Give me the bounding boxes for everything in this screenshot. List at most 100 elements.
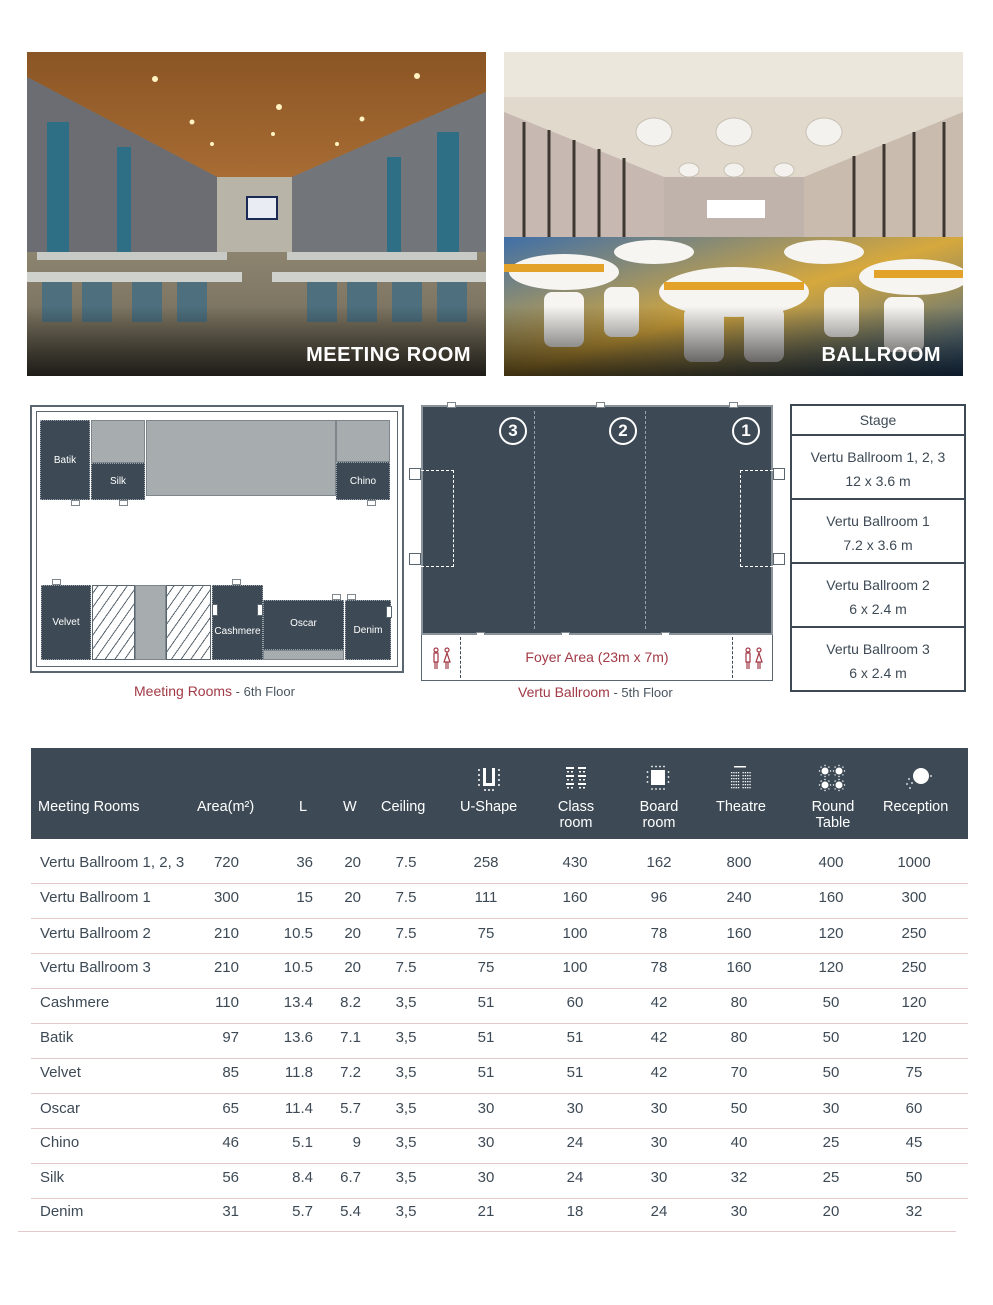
ceiling-cell: 3,5 (395, 994, 417, 1011)
stage-item: Vertu Ballroom 3 6 x 2.4 m (792, 628, 964, 692)
room-label: Denim (353, 624, 383, 636)
seat-dot (737, 778, 740, 780)
room-velvet[interactable]: Velvet (41, 585, 91, 660)
header-length: L (299, 799, 308, 815)
boardroom-cell: 42 (650, 1029, 668, 1046)
foyer-area[interactable]: Foyer Area (23m x 7m) (421, 635, 773, 681)
meeting-rooms-plan-caption: Meeting Rooms - 6th Floor (134, 683, 295, 699)
plan-caption-floor: - 6th Floor (232, 684, 295, 699)
length-cell: 10.5 (283, 959, 313, 976)
chair-dot (824, 775, 826, 778)
round-table-cell: 25 (822, 1134, 840, 1151)
seat-dot (747, 781, 749, 783)
stage-dimensions: 6 x 2.4 m (849, 665, 907, 681)
length-cell: 10.5 (283, 925, 313, 942)
round-table-cell: 50 (822, 1064, 840, 1081)
round-table-cell: 120 (818, 959, 844, 976)
room-denim[interactable]: Denim (345, 600, 391, 660)
side-entrance (409, 553, 421, 565)
room-name-cell: Vertu Ballroom 3 (40, 959, 151, 976)
stage-room-name: Vertu Ballroom 1, 2, 3 (810, 449, 946, 465)
partition-line (534, 411, 535, 629)
foyer-label: Foyer Area (23m x 7m) (525, 649, 669, 665)
seat-dot (742, 784, 744, 786)
seat-dot (733, 787, 735, 789)
theatre-cell: 32 (730, 1169, 748, 1186)
seat-dot (737, 775, 740, 777)
room-name-cell: Vertu Ballroom 1, 2, 3 (40, 854, 185, 871)
room-silk[interactable]: Silk (91, 463, 145, 500)
table-row: Batik 97 13.6 7.1 3,5 51 51 42 80 50 120 (31, 1024, 968, 1059)
seat-dot (735, 781, 737, 783)
ballroom-floor-plan: 3 2 1 Foyer Area (23m x 7m) (409, 402, 785, 681)
stage-item: Vertu Ballroom 2 6 x 2.4 m (792, 564, 964, 628)
seat-dot (737, 787, 740, 789)
length-cell: 11.4 (284, 1100, 313, 1117)
table-row: Vertu Ballroom 3 210 10.5 20 7.5 75 100 78 160 12… (31, 954, 968, 989)
round-table-cell: 120 (818, 925, 844, 942)
boardroom-cell: 30 (650, 1134, 668, 1151)
room-name-cell: Batik (40, 1029, 74, 1046)
table-row: Velvet 85 11.8 7.2 3,5 51 51 42 70 50 75 (31, 1059, 968, 1094)
reception-cell: 250 (901, 925, 927, 942)
room-batik[interactable]: Batik (40, 420, 90, 500)
room-oscar[interactable]: Oscar (263, 600, 344, 650)
theatre-cell: 160 (726, 959, 752, 976)
length-cell: 36 (296, 854, 313, 871)
stage-table-title: Stage (792, 406, 964, 436)
area-cell: 85 (222, 1064, 239, 1081)
boardroom-cell: 42 (650, 994, 668, 1011)
plan-caption-title: Meeting Rooms (134, 683, 233, 699)
reception-cell: 75 (905, 1064, 923, 1081)
width-cell: 9 (352, 1134, 361, 1151)
classroom-cell: 30 (566, 1100, 584, 1117)
capacity-table-body: Vertu Ballroom 1, 2, 3 720 36 20 7.5 258 430 16… (31, 849, 968, 1234)
seat-dot (744, 775, 747, 777)
area-cell: 31 (222, 1203, 239, 1220)
round-table-cell: 25 (822, 1169, 840, 1186)
chair-dot (838, 775, 840, 778)
seat-dot (749, 778, 751, 780)
theatre-cell: 160 (726, 925, 752, 942)
chair-dot (832, 784, 835, 786)
boardroom-cell: 96 (650, 889, 668, 906)
seat-dot (747, 775, 749, 777)
seat-dot (735, 772, 737, 774)
ceiling-cell: 3,5 (395, 1064, 417, 1081)
seat-dot (744, 778, 747, 780)
area-cell: 110 (215, 994, 239, 1011)
chair-dot (843, 770, 846, 772)
width-cell: 20 (344, 854, 361, 871)
theatre-cell: 50 (730, 1100, 748, 1117)
room-label: Batik (53, 455, 77, 466)
reception-cell: 45 (905, 1134, 923, 1151)
room-cashmere[interactable]: Cashmere (212, 585, 263, 660)
seat-dot (733, 784, 735, 786)
chair-dot (820, 766, 822, 768)
capacity-table: Meeting Rooms Area(m²) L W Ceiling U-Sha… (31, 748, 968, 1234)
door-icon (447, 402, 456, 408)
stage-outline-left (421, 470, 454, 567)
chair-dot (828, 780, 830, 782)
wall-marker (212, 604, 218, 616)
seat-dot (735, 775, 737, 777)
ceiling-cell: 3,5 (395, 1029, 417, 1046)
ceiling-cell: 3,5 (395, 1169, 417, 1186)
room-name-cell: Oscar (40, 1100, 81, 1117)
table-row: Cashmere 110 13.4 8.2 3,5 51 60 42 80 50 120 (31, 989, 968, 1024)
ceiling-cell: 7.5 (395, 854, 417, 871)
room-chino[interactable]: Chino (336, 462, 390, 500)
ballroom-main-hall[interactable]: 3 2 1 (421, 405, 773, 635)
service-area (263, 650, 344, 660)
header-classroom: Class room (557, 799, 595, 831)
side-entrance (773, 468, 785, 480)
reception-cell: 250 (901, 959, 927, 976)
seat-dot (744, 784, 747, 786)
seat-dot (737, 784, 740, 786)
width-cell: 20 (344, 925, 361, 942)
round-table-cell: 30 (822, 1100, 840, 1117)
plan-caption-title: Vertu Ballroom (518, 684, 610, 700)
door-icon (367, 500, 376, 506)
stage-room-name: Vertu Ballroom 2 (826, 577, 930, 593)
seat-dot (731, 772, 733, 774)
